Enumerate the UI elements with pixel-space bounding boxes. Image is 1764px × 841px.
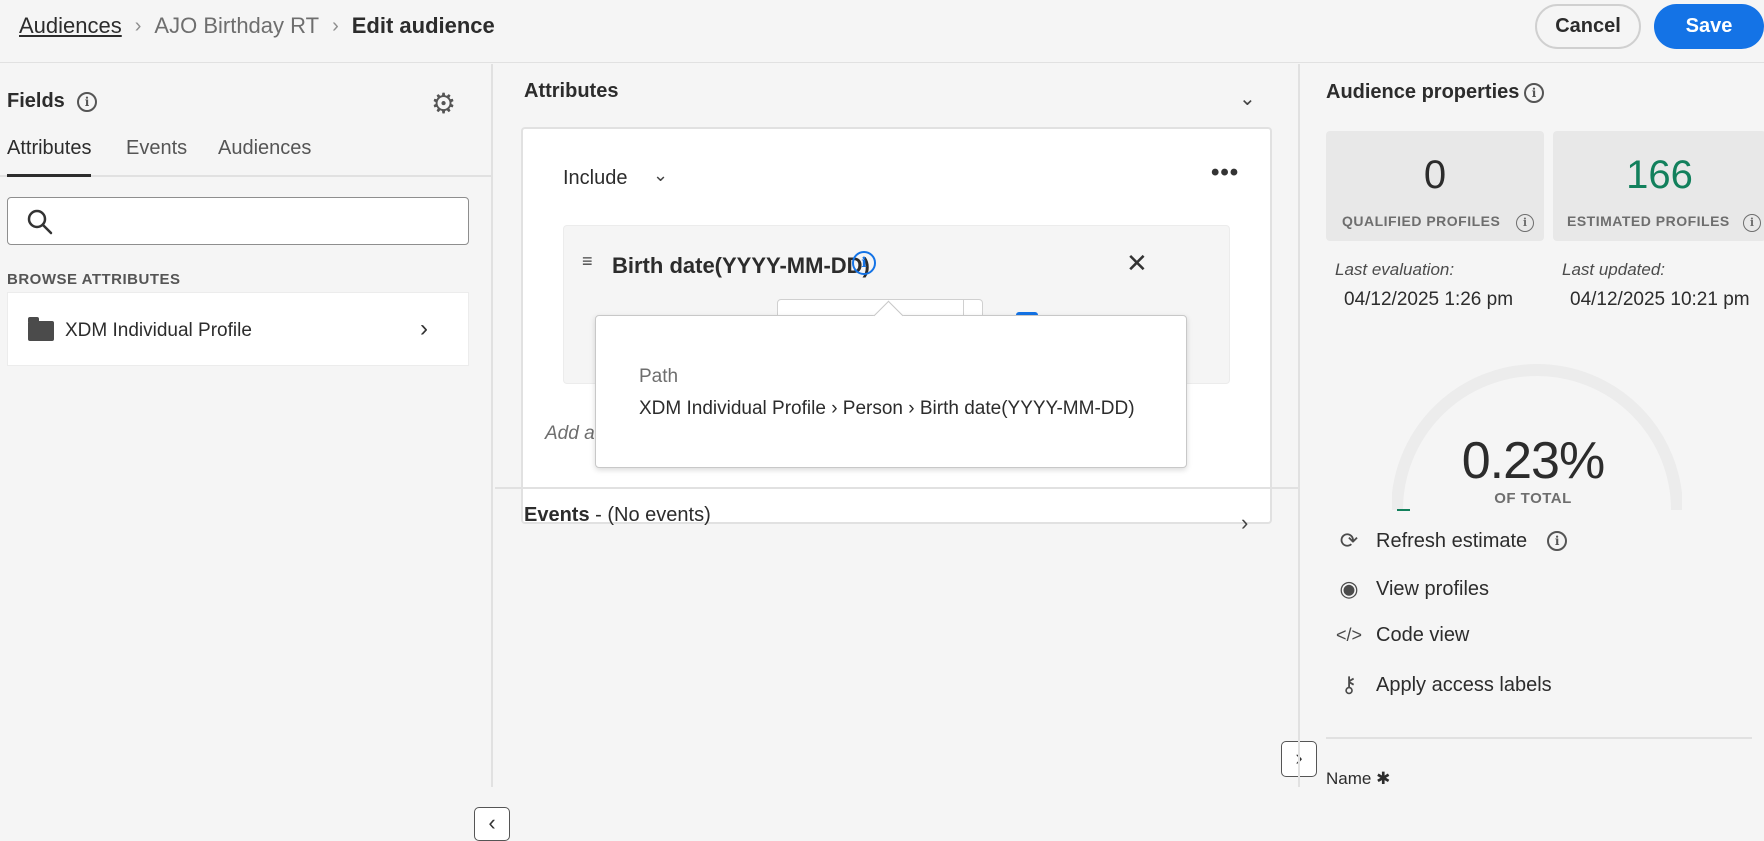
browse-attributes-label: BROWSE ATTRIBUTES [7,271,181,288]
estimated-profiles-value: 166 [1626,153,1693,197]
qualified-profiles-value: 0 [1423,153,1447,197]
save-button[interactable]: Save [1654,4,1764,49]
search-icon [27,209,53,235]
events-title-suffix: - (No events) [589,504,711,526]
list-item[interactable]: XDM Individual Profile › [7,292,469,366]
last-evaluation-label: Last evaluation: [1335,260,1455,279]
apply-access-labels-label: Apply access labels [1376,673,1552,696]
search-input[interactable] [7,197,469,245]
breadcrumb-separator-icon: › [332,14,339,37]
page-title: Edit audience [351,13,495,38]
info-icon[interactable]: i [77,92,97,112]
tab-attributes[interactable]: Attributes [7,137,92,177]
drag-handle-icon[interactable]: ≡ [582,251,593,272]
include-dropdown[interactable]: Include [563,167,628,190]
breadcrumb: Audiences › AJO Birthday RT › Edit audie… [19,13,495,39]
info-icon[interactable]: i [1516,214,1534,232]
name-field-label: Name ✱ [1326,769,1391,788]
breadcrumb-parent-link[interactable]: AJO Birthday RT [154,13,319,39]
last-updated-value: 04/12/2025 10:21 pm [1570,289,1750,310]
attributes-section-title: Attributes [524,80,619,102]
estimated-profiles-tile: 166 ESTIMATED PROFILES i [1553,131,1764,241]
refresh-estimate-button[interactable]: ⟳ Refresh estimate i [1334,528,1568,554]
cancel-button[interactable]: Cancel [1535,4,1641,49]
code-view-button[interactable]: </> Code view [1334,624,1469,647]
fields-title: Fields [7,90,65,112]
code-icon: </> [1335,625,1363,645]
more-options-icon[interactable]: ••• [1211,159,1239,187]
percent-of-total: 0.23% [1461,432,1605,490]
info-icon[interactable]: i [1743,214,1761,232]
tooltip-path: XDM Individual Profile › Person › Birth … [639,398,1135,419]
info-icon[interactable]: i [1524,83,1544,103]
view-profiles-button[interactable]: ◉ View profiles [1334,576,1489,602]
key-icon: ⚷ [1340,672,1358,697]
estimated-profiles-label: ESTIMATED PROFILES [1567,213,1730,229]
apply-access-labels-button[interactable]: ⚷ Apply access labels [1334,672,1552,698]
breadcrumb-separator-icon: › [134,14,142,37]
chevron-down-icon[interactable]: ⌄ [653,165,668,186]
qualified-profiles-label: QUALIFIED PROFILES [1342,213,1501,229]
tab-audiences[interactable]: Audiences [218,137,311,177]
code-view-label: Code view [1376,624,1470,646]
fields-panel: Fields i ⚙ Attributes Events Audiences B… [0,64,510,841]
audience-properties-title: Audience properties [1326,81,1520,103]
add-attribute-placeholder[interactable]: Add a [545,423,595,445]
info-icon[interactable]: i [1547,531,1568,551]
of-total-label: OF TOTAL [1494,490,1572,507]
view-profiles-label: View profiles [1376,577,1490,600]
qualified-profiles-tile: 0 QUALIFIED PROFILES i [1326,131,1544,241]
refresh-icon: ⟳ [1339,528,1359,553]
fields-tabs: Attributes Events Audiences [0,137,493,177]
divider [1326,737,1752,739]
chevron-right-icon[interactable]: › [1241,510,1248,536]
list-item-label: XDM Individual Profile [65,320,252,341]
chevron-right-icon: › [420,315,428,342]
collapse-left-panel-button[interactable]: ‹ [474,807,510,841]
breadcrumb-audiences-link[interactable]: Audiences [19,13,122,39]
top-bar: Audiences › AJO Birthday RT › Edit audie… [0,0,1764,63]
chevron-down-icon[interactable]: ⌄ [1239,86,1256,111]
folder-icon [28,317,54,341]
audience-properties-panel: Audience properties i 0 QUALIFIED PROFIL… [1298,64,1764,788]
events-title-label: Events [524,504,590,526]
condition-title: Birth date(YYYY-MM-DD) [612,253,870,278]
divider [495,487,1298,489]
info-icon[interactable]: i [852,251,876,275]
path-tooltip: Path XDM Individual Profile › Person › B… [595,315,1187,468]
last-updated-label: Last updated: [1562,260,1666,279]
eye-icon: ◉ [1339,576,1359,601]
events-section-title[interactable]: Events - (No events) [524,504,711,527]
gear-icon[interactable]: ⚙ [431,87,456,120]
tab-events[interactable]: Events [126,137,187,177]
refresh-estimate-label: Refresh estimate [1376,529,1528,552]
last-evaluation-value: 04/12/2025 1:26 pm [1344,289,1514,310]
close-icon[interactable]: ✕ [1126,248,1148,279]
tooltip-label: Path [639,366,679,387]
